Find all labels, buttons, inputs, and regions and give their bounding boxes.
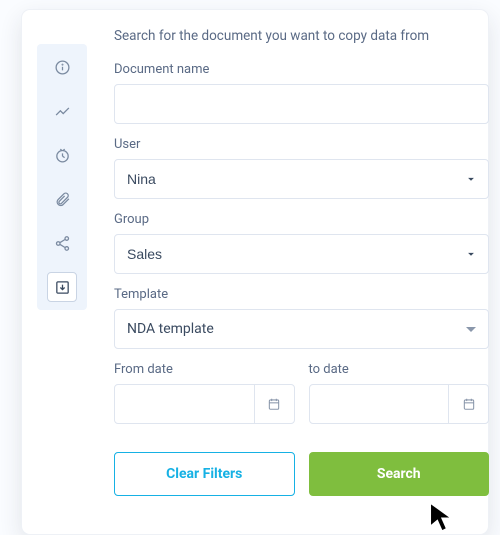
to-date-input[interactable]: [309, 384, 490, 424]
attachment-icon[interactable]: [47, 184, 77, 214]
download-box-icon[interactable]: [47, 272, 77, 302]
form-heading: Search for the document you want to copy…: [114, 28, 489, 44]
from-date-input[interactable]: [114, 384, 295, 424]
info-icon[interactable]: [47, 52, 77, 82]
from-date-label: From date: [114, 362, 295, 377]
user-label: User: [114, 137, 489, 152]
search-card: Search for the document you want to copy…: [22, 10, 488, 534]
caret-down-icon: [466, 327, 476, 332]
clock-icon[interactable]: [47, 140, 77, 170]
doc-name-input[interactable]: [114, 84, 489, 124]
group-label: Group: [114, 212, 489, 227]
template-value: NDA template: [127, 321, 214, 337]
search-form: Search for the document you want to copy…: [114, 28, 489, 496]
calendar-icon[interactable]: [254, 385, 294, 423]
clear-filters-button[interactable]: Clear Filters: [114, 452, 295, 496]
cursor-icon: [428, 500, 456, 535]
doc-name-label: Document name: [114, 62, 489, 77]
template-label: Template: [114, 287, 489, 302]
sidebar: [37, 44, 87, 310]
search-button[interactable]: Search: [309, 452, 490, 496]
calendar-icon[interactable]: [448, 385, 488, 423]
template-select[interactable]: NDA template: [114, 309, 489, 349]
user-select[interactable]: Nina: [114, 159, 489, 199]
group-select[interactable]: Sales: [114, 234, 489, 274]
activity-icon[interactable]: [47, 96, 77, 126]
share-icon[interactable]: [47, 228, 77, 258]
to-date-label: to date: [309, 362, 490, 377]
